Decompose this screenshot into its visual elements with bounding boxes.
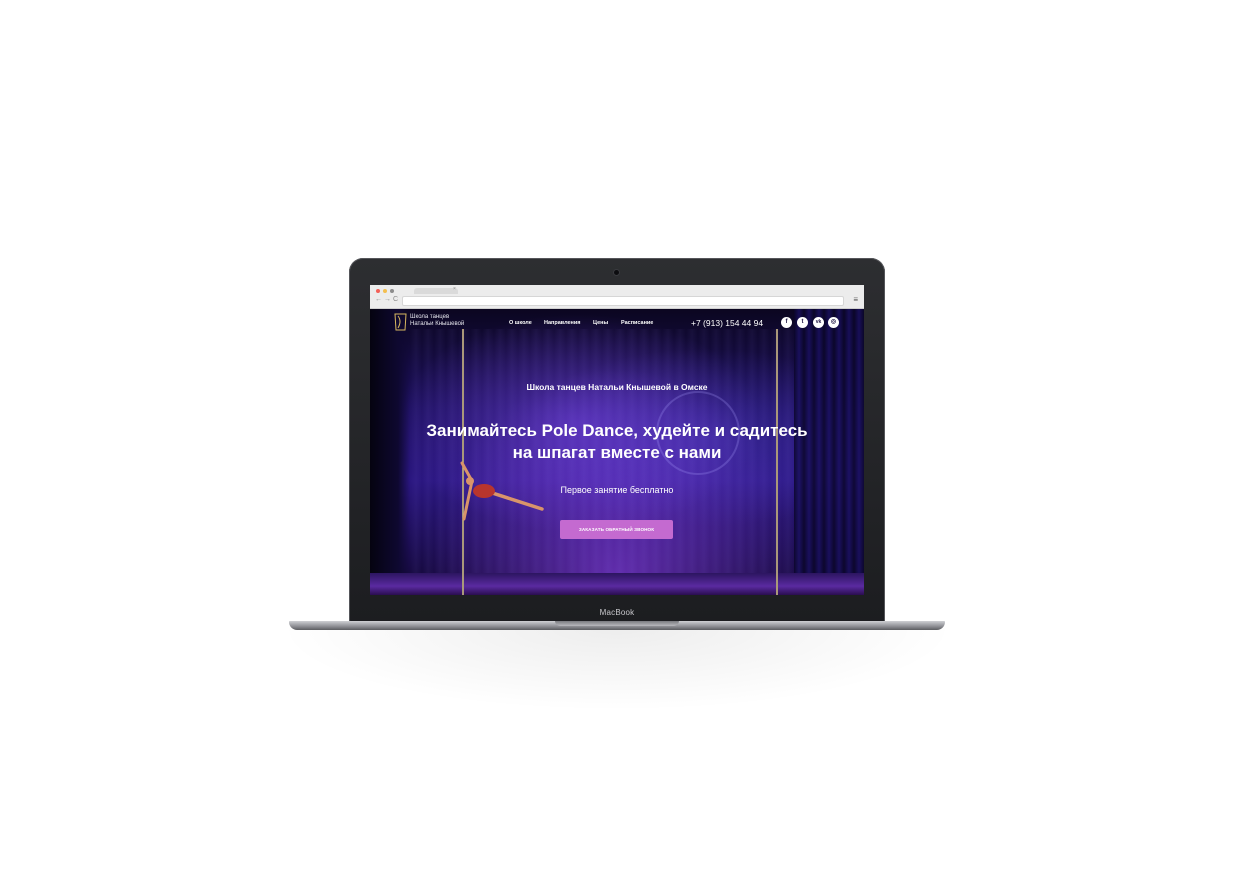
maximize-window-icon[interactable]: [390, 289, 394, 293]
callback-request-button[interactable]: Заказать обратный звонок: [560, 520, 673, 539]
logo-line-2: Натальи Кнышевой: [410, 321, 465, 327]
twitter-icon[interactable]: t: [797, 317, 808, 328]
facebook-icon[interactable]: f: [781, 317, 792, 328]
phone-number[interactable]: +7 (913) 154 44 94: [691, 318, 763, 328]
laptop-bezel-bottom: MacBook: [351, 607, 883, 622]
school-name[interactable]: Школа танцев Натальи Кнышевой: [410, 314, 464, 328]
laptop-shadow: [250, 628, 984, 718]
laptop-screen: × ← → C ≡ Школа танцев Натальи Кнышевой …: [370, 285, 864, 595]
nav-item-about[interactable]: О школе: [509, 320, 532, 326]
device-label: MacBook: [599, 608, 635, 617]
minimize-window-icon[interactable]: [383, 289, 387, 293]
headline-line-2: на шпагат вместе с нами: [512, 443, 722, 462]
school-logo-icon[interactable]: [394, 313, 407, 331]
browser-tab[interactable]: [414, 288, 458, 294]
reload-icon[interactable]: C: [393, 295, 398, 304]
browser-menu-icon[interactable]: ≡: [853, 295, 858, 304]
tab-close-icon[interactable]: ×: [453, 286, 456, 292]
hero-headline: Занимайтесь Pole Dance, худейте и садите…: [370, 420, 864, 464]
vk-icon[interactable]: vk: [813, 317, 824, 328]
headline-line-1: Занимайтесь Pole Dance, худейте и садите…: [426, 421, 808, 440]
logo-line-1: Школа танцев: [410, 314, 450, 320]
stage-floor: [370, 573, 864, 595]
nav-item-directions[interactable]: Направления: [544, 320, 580, 326]
free-lesson-offer: Первое занятие бесплатно: [560, 485, 674, 495]
instagram-icon[interactable]: ◎: [828, 317, 839, 328]
address-bar[interactable]: [402, 296, 844, 306]
webcam: [614, 270, 619, 275]
back-icon[interactable]: ←: [375, 295, 382, 304]
nav-item-schedule[interactable]: Расписание: [621, 320, 653, 326]
nav-item-prices[interactable]: Цены: [593, 320, 608, 326]
hero-section: Школа танцев Натальи Кнышевой О школе На…: [370, 309, 864, 595]
laptop-opening-notch: [555, 621, 679, 626]
forward-icon[interactable]: →: [384, 295, 391, 304]
hero-subtitle: Школа танцев Натальи Кнышевой в Омске: [526, 382, 708, 392]
browser-toolbar: × ← → C ≡: [370, 285, 864, 309]
close-window-icon[interactable]: [376, 289, 380, 293]
